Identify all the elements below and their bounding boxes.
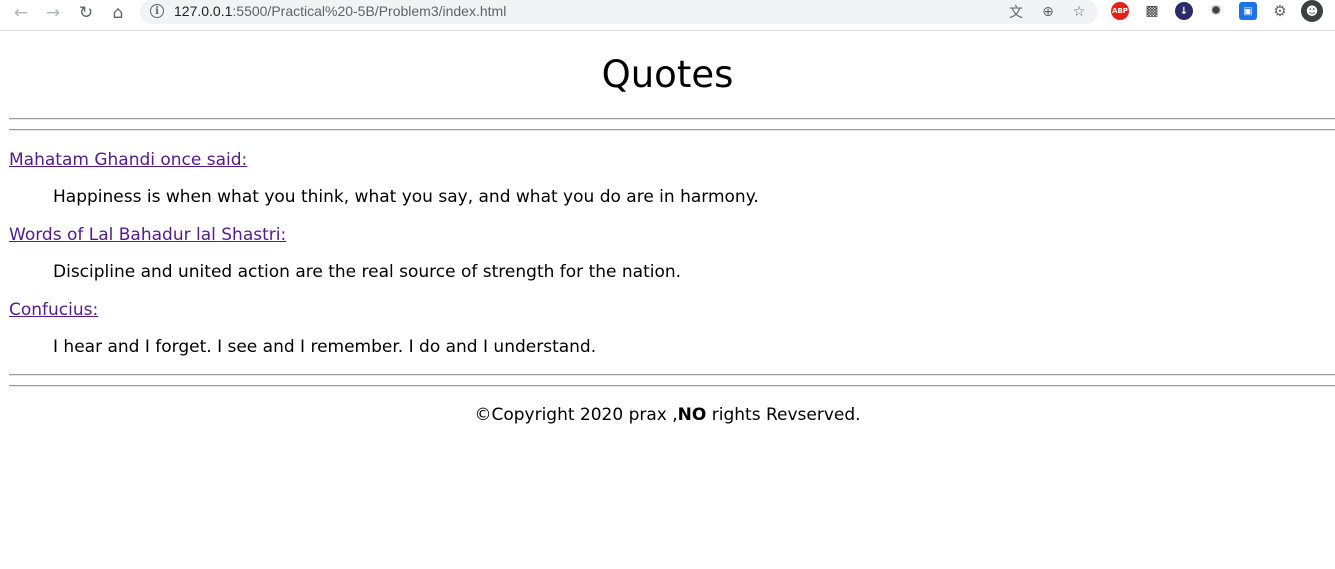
adblock-icon[interactable]: ABP (1111, 2, 1129, 20)
reload-icon[interactable]: ↻ (74, 2, 98, 24)
browser-toolbar: ← → ↻ ⌂ i 127.0.0.1:5500/Practical%20-5B… (0, 0, 1335, 31)
quote-text-1: Happiness is when what you think, what y… (53, 187, 759, 207)
url-host: 127.0.0.1 (174, 3, 233, 19)
quote-author-link-2[interactable]: Words of Lal Bahadur lal Shastri: (9, 224, 286, 246)
quote-author-link-1[interactable]: Mahatam Ghandi once said: (9, 149, 247, 171)
divider-bottom-2 (9, 385, 1335, 387)
puzzle-extensions-icon[interactable]: ⚙ (1271, 2, 1289, 20)
bookmark-star-icon[interactable]: ☆ (1069, 2, 1089, 22)
footer-prefix: ©Copyright 2020 prax , (474, 405, 678, 425)
footer-suffix: rights Revserved. (706, 405, 861, 425)
home-icon[interactable]: ⌂ (106, 2, 130, 24)
divider-bottom-1 (9, 374, 1335, 376)
divider-top-1 (9, 118, 1335, 120)
footer-bold: NO (677, 405, 707, 425)
site-info-icon[interactable]: i (150, 4, 164, 18)
adblock-label: ABP (1112, 7, 1128, 15)
url-text[interactable]: 127.0.0.1:5500/Practical%20-5B/Problem3/… (174, 3, 506, 19)
quote-text-3: I hear and I forget. I see and I remembe… (53, 337, 597, 357)
shoe-extension-icon[interactable]: ✹ (1207, 2, 1225, 20)
copyright-footer: ©Copyright 2020 prax ,NO rights Revserve… (0, 404, 1335, 426)
quote-author-link-3[interactable]: Confucius: (9, 299, 98, 321)
robot-extension-icon[interactable]: ▩ (1143, 2, 1161, 20)
back-arrow-icon[interactable]: ← (9, 2, 33, 24)
address-bar[interactable]: i 127.0.0.1:5500/Practical%20-5B/Problem… (140, 0, 1098, 24)
download-extension-icon[interactable]: ↓ (1175, 2, 1193, 20)
page-title: Quotes (601, 53, 734, 96)
translate-icon[interactable]: 文 (1006, 2, 1026, 22)
zoom-icon[interactable]: ⊕ (1038, 2, 1058, 22)
divider-top-2 (9, 129, 1335, 131)
url-path: :5500/Practical%20-5B/Problem3/index.htm… (232, 3, 507, 19)
quote-text-2: Discipline and united action are the rea… (53, 262, 682, 282)
profile-avatar[interactable]: ☻ (1301, 0, 1323, 22)
forward-arrow-icon[interactable]: → (41, 2, 65, 24)
screenshot-extension-icon[interactable]: ▣ (1239, 2, 1257, 20)
page-content: Quotes Mahatam Ghandi once said: Happine… (0, 31, 1335, 569)
